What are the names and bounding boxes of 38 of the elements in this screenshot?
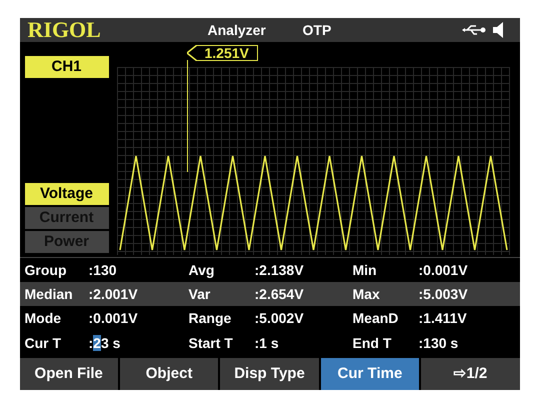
stat-label: MeanD	[352, 308, 400, 328]
stat-label: Group	[24, 260, 68, 280]
stat-label: Median	[24, 284, 74, 304]
stat-label: Start T	[188, 334, 234, 352]
stat-value: :2.138V	[254, 260, 304, 280]
softkey[interactable]: ⇨1/2	[421, 358, 520, 390]
softkey[interactable]: Object	[120, 358, 218, 390]
protection-label: OTP	[302, 20, 332, 40]
stat-label: Mode	[24, 308, 62, 328]
stat-value: :0.001V	[88, 308, 138, 328]
stat-value: :0.001V	[418, 260, 468, 280]
stat-value: :1.411V	[418, 308, 467, 328]
stat-label: Var	[188, 284, 212, 304]
stat-value: :130	[88, 260, 117, 280]
softkey[interactable]: Cur Time	[320, 358, 420, 390]
channel-label: CH1	[24, 56, 108, 78]
softkey[interactable]: Open File	[20, 358, 118, 390]
display-type-option[interactable]: Voltage	[24, 183, 108, 205]
cursor-reading: 1.251V	[196, 45, 258, 61]
stat-value: :2.654V	[254, 284, 304, 304]
softkey[interactable]: Disp Type	[220, 358, 319, 390]
usb-icon	[462, 24, 488, 36]
speaker-icon	[492, 22, 504, 38]
stat-label: Max	[352, 284, 381, 304]
pointer-icon	[186, 45, 196, 61]
current-time-value[interactable]: :23 s	[88, 332, 120, 354]
stat-value: :5.003V	[418, 284, 468, 304]
stat-value: :2.001V	[88, 284, 138, 304]
logo: RIGOL	[28, 19, 102, 41]
stat-label: Range	[188, 308, 232, 328]
stat-value: :1 s	[254, 334, 279, 352]
stat-label: Min	[352, 260, 378, 280]
stat-label: End T	[352, 334, 392, 352]
mode-label: Analyzer	[208, 20, 267, 40]
stat-value: :130 s	[418, 334, 458, 352]
stat-label: Avg	[188, 260, 216, 280]
stat-value: :5.002V	[254, 308, 304, 328]
stat-label: Cur T	[24, 334, 62, 352]
